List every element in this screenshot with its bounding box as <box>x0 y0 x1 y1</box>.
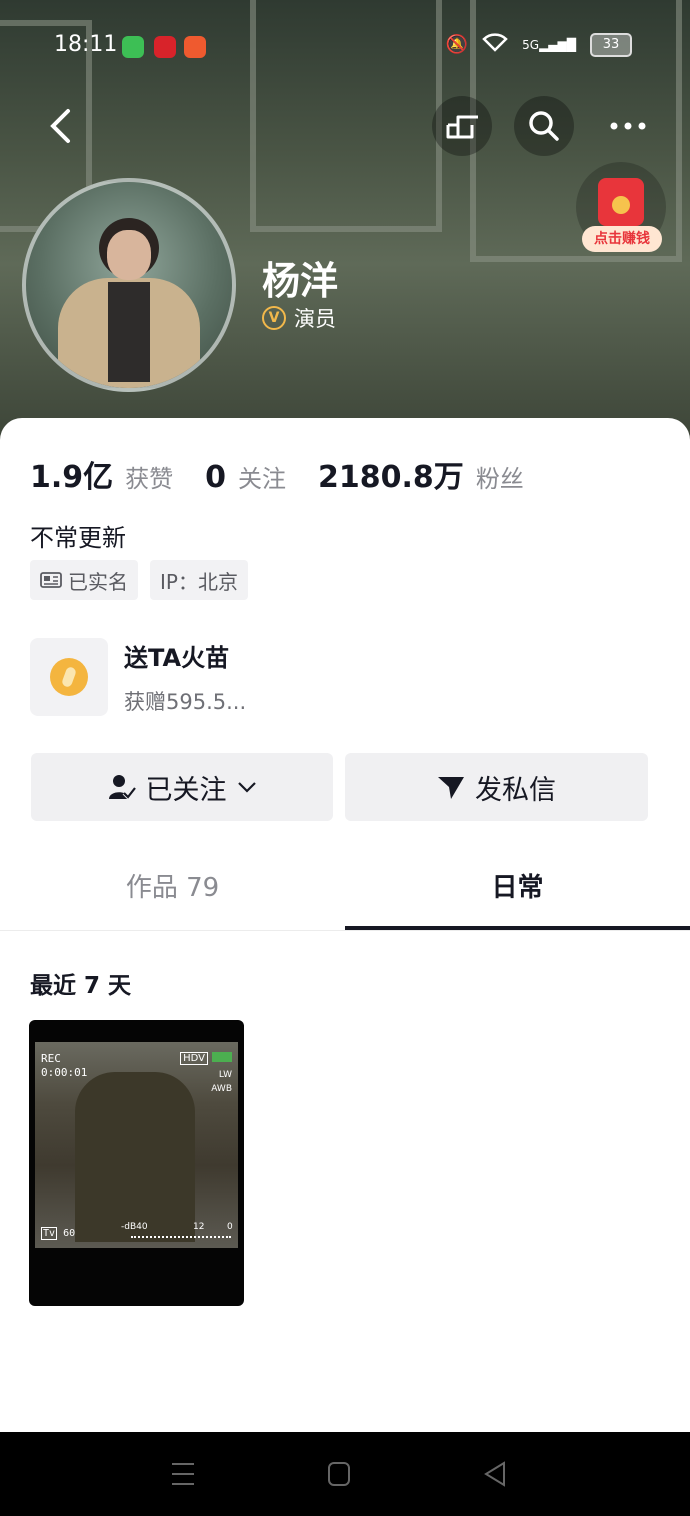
ip-tag: IP：北京 <box>150 560 248 600</box>
gesture-button[interactable] <box>432 96 492 156</box>
fire-icon <box>50 658 88 696</box>
hdv-badge: HDV <box>180 1052 208 1065</box>
wifi-icon <box>482 32 508 57</box>
back-button[interactable] <box>30 96 90 156</box>
verified-tag: 已实名 <box>30 560 138 600</box>
follow-button-label: 已关注 <box>145 774 227 806</box>
tv-mode: Tv <box>41 1227 58 1240</box>
pointing-hand-icon <box>446 115 478 139</box>
user-check-icon <box>108 775 136 801</box>
likes-count: 1.9亿 <box>30 460 114 495</box>
status-bar: 18:11 🔕 5G▂▄▆█ 33 <box>0 28 690 64</box>
content-tabs: 作品 79 日常 <box>0 840 690 931</box>
verified-badge-icon: V <box>262 306 286 330</box>
message-button[interactable]: 发私信 <box>345 753 648 821</box>
system-nav-bar <box>0 1432 690 1516</box>
avatar-figure <box>107 230 151 280</box>
section-title: 最近 7 天 <box>30 973 132 999</box>
send-icon <box>438 777 464 799</box>
network-type: 5G <box>522 37 540 52</box>
back-triangle-icon[interactable] <box>482 1460 508 1488</box>
followers-label[interactable]: 粉丝 <box>476 459 524 494</box>
more-button[interactable] <box>598 96 658 156</box>
db-label: -dB40 <box>121 1222 148 1232</box>
db-mid-label: 12 <box>193 1222 205 1232</box>
red-packet-button[interactable]: 点击赚钱 <box>576 162 666 252</box>
verified-tag-label: 已实名 <box>68 569 128 594</box>
db-end-label: 0 <box>227 1222 233 1232</box>
gift-fire-button[interactable] <box>30 638 108 716</box>
follow-button[interactable]: 已关注 <box>31 753 333 821</box>
likes-label: 获赞 <box>125 465 174 493</box>
coin-icon <box>612 196 630 214</box>
stats-row: 1.9亿 获赞 0 关注 2180.8万 粉丝 <box>30 452 556 496</box>
video-subject <box>75 1072 195 1242</box>
active-tab-indicator <box>345 926 690 930</box>
status-time: 18:11 <box>54 32 118 57</box>
signal-icon: 5G▂▄▆█ <box>522 37 576 52</box>
gift-subtitle: 获赠595.5... <box>124 690 247 714</box>
red-packet-label: 点击赚钱 <box>582 226 662 252</box>
ip-tag-label: IP：北京 <box>160 569 238 594</box>
message-app-icon <box>122 36 144 58</box>
search-button[interactable] <box>514 96 574 156</box>
message-button-label: 发私信 <box>475 774 556 806</box>
app-icon <box>184 36 206 58</box>
more-dots-icon <box>610 122 646 130</box>
id-card-icon <box>40 572 62 588</box>
lw-label: LW <box>218 1070 232 1080</box>
tab-works[interactable]: 作品 79 <box>0 840 345 930</box>
profile-role: V 演员 <box>262 303 336 333</box>
search-icon <box>529 111 559 141</box>
mute-icon: 🔕 <box>445 34 469 55</box>
video-frame: REC 0:00:01 HDV LW AWB Tv 60 -dB40 12 0 <box>35 1042 238 1248</box>
battery-green-icon <box>212 1052 232 1062</box>
following-count[interactable]: 0 <box>205 460 226 495</box>
audio-meter <box>131 1236 231 1241</box>
avatar-figure <box>108 282 150 382</box>
avatar[interactable] <box>22 178 236 392</box>
following-label[interactable]: 关注 <box>238 459 286 494</box>
app-icon <box>154 36 176 58</box>
tags-row: 已实名 IP：北京 <box>30 560 248 600</box>
chevron-left-icon <box>50 109 70 143</box>
awb-label: AWB <box>211 1084 232 1094</box>
battery-icon: 33 <box>590 32 632 57</box>
rec-indicator: REC <box>41 1052 61 1065</box>
status-right: 🔕 5G▂▄▆█ 33 <box>446 32 632 57</box>
home-icon[interactable] <box>326 1460 352 1488</box>
timecode: 0:00:01 <box>41 1066 88 1079</box>
menu-icon[interactable] <box>170 1460 196 1488</box>
tv-indicator: Tv 60 <box>41 1227 76 1240</box>
profile-card: 1.9亿 获赞 0 关注 2180.8万 粉丝 不常更新 已实名 IP：北京 送… <box>0 418 690 1432</box>
gift-title[interactable]: 送TA火苗 <box>124 638 229 673</box>
profile-name: 杨洋 <box>262 259 339 303</box>
role-label: 演员 <box>294 307 336 331</box>
tab-daily[interactable]: 日常 <box>345 840 690 930</box>
tv-value: 60 <box>63 1228 76 1239</box>
chevron-down-icon <box>237 782 256 793</box>
bio: 不常更新 <box>30 524 126 552</box>
video-thumbnail[interactable]: REC 0:00:01 HDV LW AWB Tv 60 -dB40 12 0 <box>29 1020 244 1306</box>
profile-header: 18:11 🔕 5G▂▄▆█ 33 杨洋 V 演员 点击赚钱 <box>0 0 690 440</box>
followers-count[interactable]: 2180.8万 <box>318 452 464 496</box>
